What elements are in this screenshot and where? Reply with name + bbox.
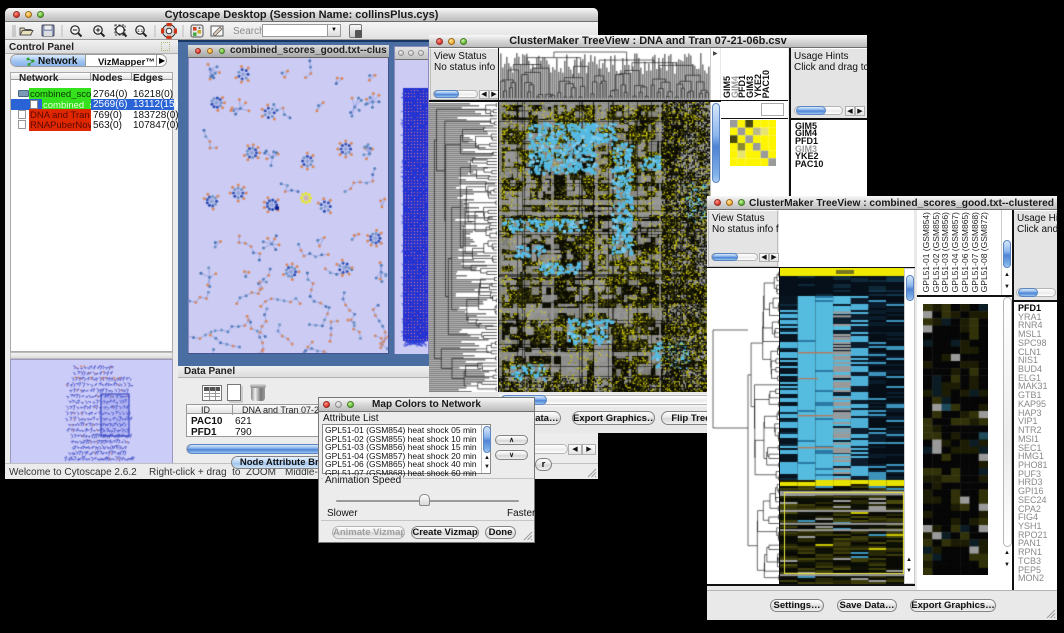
svg-text:1:1: 1:1 bbox=[137, 28, 144, 33]
